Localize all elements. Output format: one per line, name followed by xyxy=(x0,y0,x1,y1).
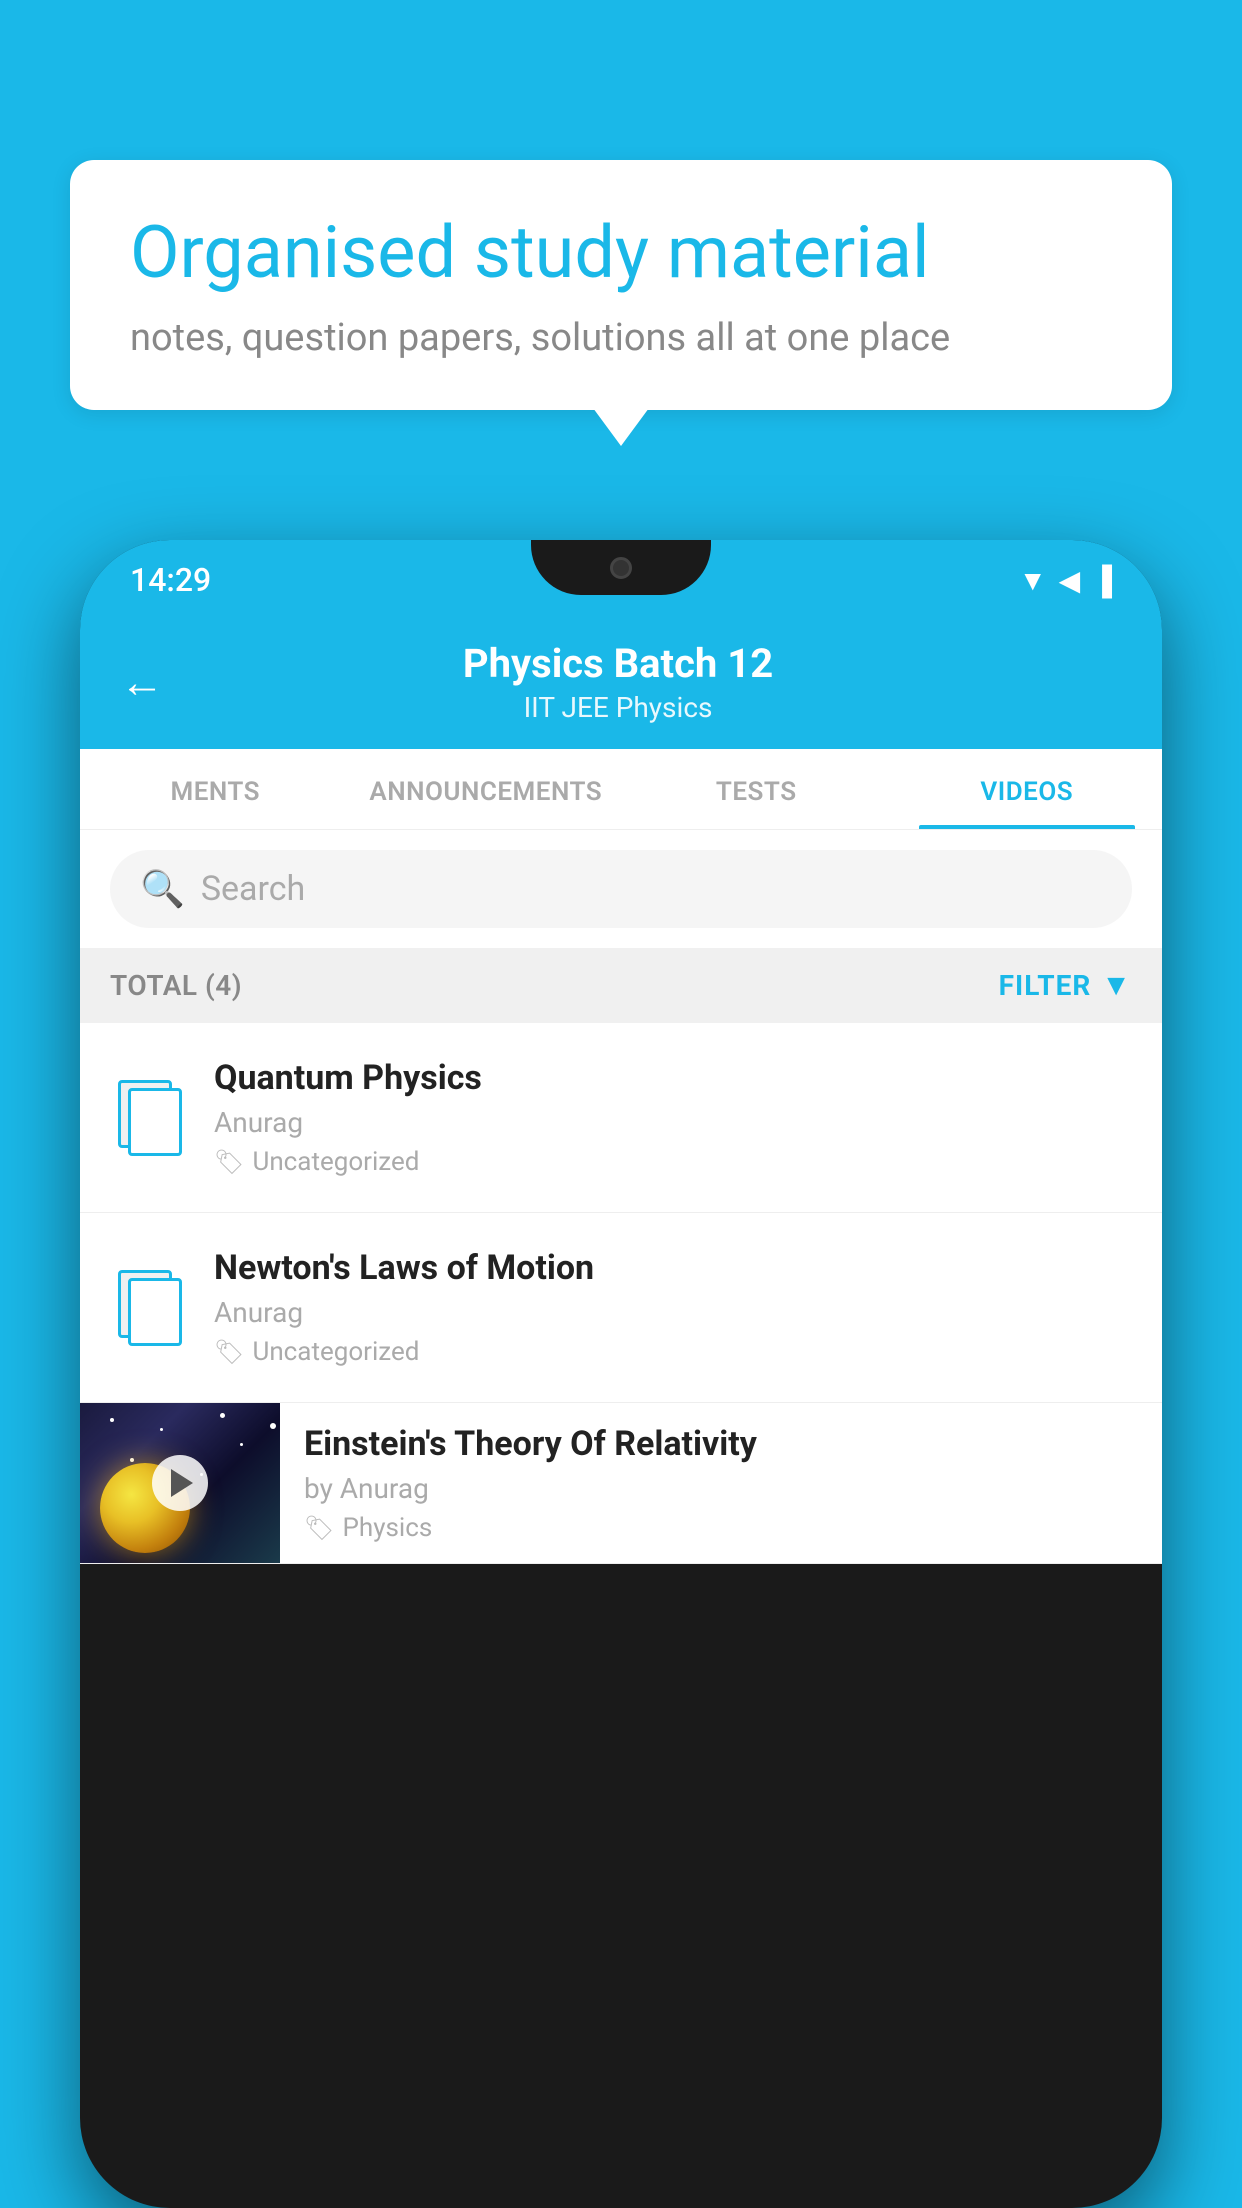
item-icon xyxy=(110,1078,190,1158)
tab-tests[interactable]: TESTS xyxy=(621,749,892,829)
document-icon xyxy=(118,1080,182,1156)
speech-bubble: Organised study material notes, question… xyxy=(70,160,1172,410)
play-button[interactable] xyxy=(152,1455,208,1511)
phone-wrapper: 14:29 ▼ ◀ ▐ ← Physics Batch 12 IIT JEE P… xyxy=(80,540,1162,2208)
battery-icon: ▐ xyxy=(1092,564,1112,597)
notch xyxy=(531,540,711,595)
list-item[interactable]: Quantum Physics Anurag 🏷 Uncategorized xyxy=(80,1023,1162,1213)
app-bar-subtitle: IIT JEE Physics xyxy=(194,691,1042,724)
status-time: 14:29 xyxy=(130,561,211,599)
signal-icon: ◀ xyxy=(1059,564,1081,597)
list-item[interactable]: Einstein's Theory Of Relativity by Anura… xyxy=(80,1403,1162,1564)
bubble-title: Organised study material xyxy=(130,210,1112,296)
video-title: Quantum Physics xyxy=(214,1058,1132,1098)
tag-icon: 🏷 xyxy=(304,1514,334,1542)
app-bar-title: Physics Batch 12 xyxy=(194,640,1042,687)
search-icon: 🔍 xyxy=(140,868,185,910)
video-title: Einstein's Theory Of Relativity xyxy=(304,1424,1142,1464)
item-content: Newton's Laws of Motion Anurag 🏷 Uncateg… xyxy=(214,1248,1132,1367)
app-bar-text: Physics Batch 12 IIT JEE Physics xyxy=(194,640,1042,724)
phone-screen: 14:29 ▼ ◀ ▐ ← Physics Batch 12 IIT JEE P… xyxy=(80,540,1162,2208)
play-triangle-icon xyxy=(171,1469,193,1497)
total-count-label: TOTAL (4) xyxy=(110,969,242,1002)
tab-videos[interactable]: VIDEOS xyxy=(892,749,1163,829)
filter-label: FILTER xyxy=(999,969,1092,1002)
status-bar: 14:29 ▼ ◀ ▐ xyxy=(80,540,1162,620)
tab-documents[interactable]: MENTS xyxy=(80,749,351,829)
item-icon xyxy=(110,1268,190,1348)
wifi-icon: ▼ xyxy=(1019,564,1047,597)
tab-announcements[interactable]: ANNOUNCEMENTS xyxy=(351,749,622,829)
tag-icon: 🏷 xyxy=(214,1148,244,1176)
tag-label: Uncategorized xyxy=(252,1147,419,1177)
thumb-content: Einstein's Theory Of Relativity by Anura… xyxy=(280,1404,1162,1563)
video-title: Newton's Laws of Motion xyxy=(214,1248,1132,1288)
filter-button[interactable]: FILTER ▼ xyxy=(999,968,1132,1003)
video-tag: 🏷 Uncategorized xyxy=(214,1147,1132,1177)
bubble-subtitle: notes, question papers, solutions all at… xyxy=(130,316,1112,360)
back-button[interactable]: ← xyxy=(120,656,164,708)
content-list: Quantum Physics Anurag 🏷 Uncategorized xyxy=(80,1023,1162,1564)
list-item[interactable]: Newton's Laws of Motion Anurag 🏷 Uncateg… xyxy=(80,1213,1162,1403)
tabs-bar: MENTS ANNOUNCEMENTS TESTS VIDEOS xyxy=(80,749,1162,830)
tag-label: Physics xyxy=(342,1513,432,1543)
tag-label: Uncategorized xyxy=(252,1337,419,1367)
search-box[interactable]: 🔍 Search xyxy=(110,850,1132,928)
filter-icon: ▼ xyxy=(1101,968,1132,1003)
item-content: Quantum Physics Anurag 🏷 Uncategorized xyxy=(214,1058,1132,1177)
front-camera xyxy=(610,557,632,579)
phone-outer: 14:29 ▼ ◀ ▐ ← Physics Batch 12 IIT JEE P… xyxy=(80,540,1162,2208)
video-tag: 🏷 Uncategorized xyxy=(214,1337,1132,1367)
tag-icon: 🏷 xyxy=(214,1338,244,1366)
search-container: 🔍 Search xyxy=(80,830,1162,948)
status-icons: ▼ ◀ ▐ xyxy=(1019,564,1112,597)
video-author: Anurag xyxy=(214,1296,1132,1329)
search-placeholder: Search xyxy=(201,869,305,909)
video-thumbnail xyxy=(80,1403,280,1563)
document-icon xyxy=(118,1270,182,1346)
video-author: Anurag xyxy=(214,1106,1132,1139)
app-bar: ← Physics Batch 12 IIT JEE Physics xyxy=(80,620,1162,749)
video-tag: 🏷 Physics xyxy=(304,1513,1142,1543)
filter-bar: TOTAL (4) FILTER ▼ xyxy=(80,948,1162,1023)
video-author: by Anurag xyxy=(304,1472,1142,1505)
